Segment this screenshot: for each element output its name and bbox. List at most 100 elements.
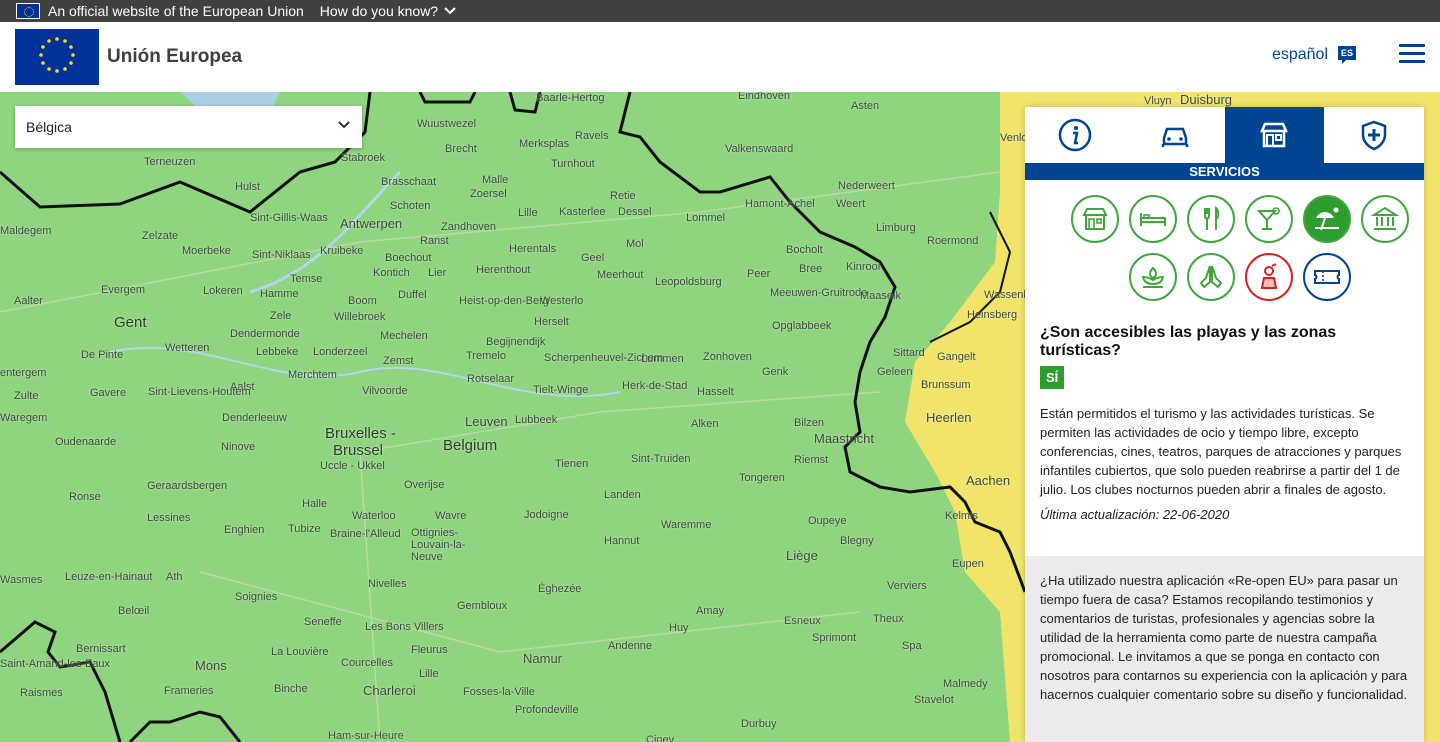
hamburger-menu-icon[interactable] <box>1399 44 1425 66</box>
eu-logo[interactable] <box>15 29 99 85</box>
beach-category-button[interactable] <box>1302 195 1351 243</box>
language-label[interactable]: español <box>1272 46 1328 64</box>
map-label: Westerlo <box>540 295 584 307</box>
map-label: Herenthout <box>476 264 531 276</box>
map-label: Baarle-Hertog <box>536 92 605 104</box>
map-label: Willebroek <box>334 311 386 323</box>
official-site-text: An official website of the European Unio… <box>48 3 304 19</box>
map-label: Bruxelles - <box>325 425 396 442</box>
active-tab-title: SERVICIOS <box>1025 163 1424 180</box>
map-label: Sprimont <box>812 632 857 644</box>
map-label: Hulst <box>235 181 261 193</box>
map-label: Nederweert <box>838 180 895 192</box>
map-label: Dendermonde <box>230 328 300 340</box>
site-name[interactable]: Unión Europea <box>107 46 242 68</box>
map-label: Heinsberg <box>967 309 1018 321</box>
tab-services[interactable] <box>1224 107 1325 163</box>
map-label: Schoten <box>390 200 431 212</box>
language-bubble-icon: ES <box>1336 44 1358 66</box>
map-label: Sint-Gillis-Waas <box>250 212 328 224</box>
map-label: Oudenaarde <box>55 436 117 448</box>
how-do-you-know-toggle[interactable]: How do you know? <box>320 3 456 19</box>
map-label: Lubbeek <box>515 414 558 426</box>
map-label: Lummen <box>641 353 684 365</box>
entertainment-category-button[interactable] <box>1244 253 1293 301</box>
map-label: Londerzeel <box>313 346 368 358</box>
map-label: Wassenb <box>984 289 1030 301</box>
map-label: Courcelles <box>341 657 393 669</box>
map-label: Vluyn <box>1144 95 1172 107</box>
promo-box: ¿Ha utilizado nuestra aplicación «Re-ope… <box>1025 556 1424 742</box>
map-label: Ranst <box>420 235 449 247</box>
map-label: Binche <box>274 683 308 695</box>
country-select[interactable]: Bélgica <box>15 106 362 148</box>
map-label: Boechout <box>385 252 432 264</box>
map-label: Waterloo <box>352 510 396 522</box>
map-label: Lille <box>419 668 439 680</box>
map-label: Heerlen <box>926 410 972 425</box>
map-label: Zelzate <box>142 230 179 242</box>
how-do-you-know-label[interactable]: How do you know? <box>320 3 438 19</box>
map-label: Kinrooi <box>846 261 881 273</box>
map-label: Heist-op-den-Berg <box>459 295 549 307</box>
worship-category-button[interactable] <box>1186 253 1235 301</box>
map-label: Genk <box>762 366 789 378</box>
map-label: Geraardsbergen <box>147 480 228 492</box>
tab-info[interactable] <box>1025 107 1125 163</box>
map-label: Riemst <box>794 454 829 466</box>
tab-health[interactable] <box>1324 107 1424 163</box>
country-select-value[interactable]: Bélgica <box>26 119 72 135</box>
map-label: Retie <box>610 190 636 202</box>
map-label: Zele <box>270 310 292 322</box>
map-label: Turnhout <box>551 158 595 170</box>
status-badge: SÍ <box>1040 366 1065 389</box>
promo-text: ¿Ha utilizado nuestra aplicación «Re-ope… <box>1040 573 1408 702</box>
map-label: Valkenswaard <box>725 143 794 155</box>
map-label: Zoersel <box>470 188 507 200</box>
map-label: Gembloux <box>457 600 508 612</box>
map-label: Antwerpen <box>340 216 403 231</box>
info-icon <box>1058 118 1092 152</box>
map-label: Merchtem <box>288 369 337 381</box>
map-label: Maldegem <box>0 225 52 237</box>
shop-category-button[interactable] <box>1070 195 1119 243</box>
map-label: Nivelles <box>368 578 407 590</box>
map-label: Fosses-la-Ville <box>463 686 535 698</box>
map-label: Alken <box>691 418 719 430</box>
map-label: Stabroek <box>341 152 386 164</box>
map-label: Wuustwezel <box>417 118 477 130</box>
map-label: Durbuy <box>741 718 777 730</box>
tab-transport[interactable] <box>1125 107 1225 163</box>
map-label: Raismes <box>20 687 63 699</box>
map-label: Boom <box>348 295 377 307</box>
map-label: Geleen <box>877 366 913 378</box>
events-category-button[interactable] <box>1302 253 1351 301</box>
map-label: Hannut <box>604 535 640 547</box>
map-label: Leopoldsburg <box>655 276 722 288</box>
map-label: Lier <box>428 267 447 279</box>
map-label: Belgium <box>443 437 498 454</box>
accommodation-category-button[interactable] <box>1128 195 1177 243</box>
museum-category-button[interactable] <box>1360 195 1409 243</box>
wellness-category-button[interactable] <box>1128 253 1177 301</box>
map-label: Charleroi <box>363 683 416 698</box>
map-label: Zonhoven <box>703 351 752 363</box>
bar-category-button[interactable] <box>1244 195 1293 243</box>
map-label: Meeuwen-Gruitrode <box>770 287 868 299</box>
map-label: Duisburg <box>1180 92 1233 107</box>
map-label: Wasmes <box>0 574 43 586</box>
map-label: Duffel <box>398 289 427 301</box>
map-label: Asten <box>851 100 880 112</box>
map-label: Ottignies-Louvain-la-Neuve <box>411 527 466 563</box>
map-label: Venlo <box>1000 132 1028 144</box>
restaurant-category-button[interactable] <box>1186 195 1235 243</box>
map-label: Huy <box>669 622 689 634</box>
language-selector[interactable]: español ES <box>1272 44 1358 66</box>
map-label: Herk-de-Stad <box>622 380 688 392</box>
eu-official-bar: An official website of the European Unio… <box>0 0 1440 22</box>
map-label: Kruibeke <box>320 245 364 257</box>
map-label: Herentals <box>509 243 557 255</box>
map-label: Vilvoorde <box>362 385 408 397</box>
map-label: Brussel <box>333 442 384 459</box>
service-icons <box>1025 180 1424 301</box>
